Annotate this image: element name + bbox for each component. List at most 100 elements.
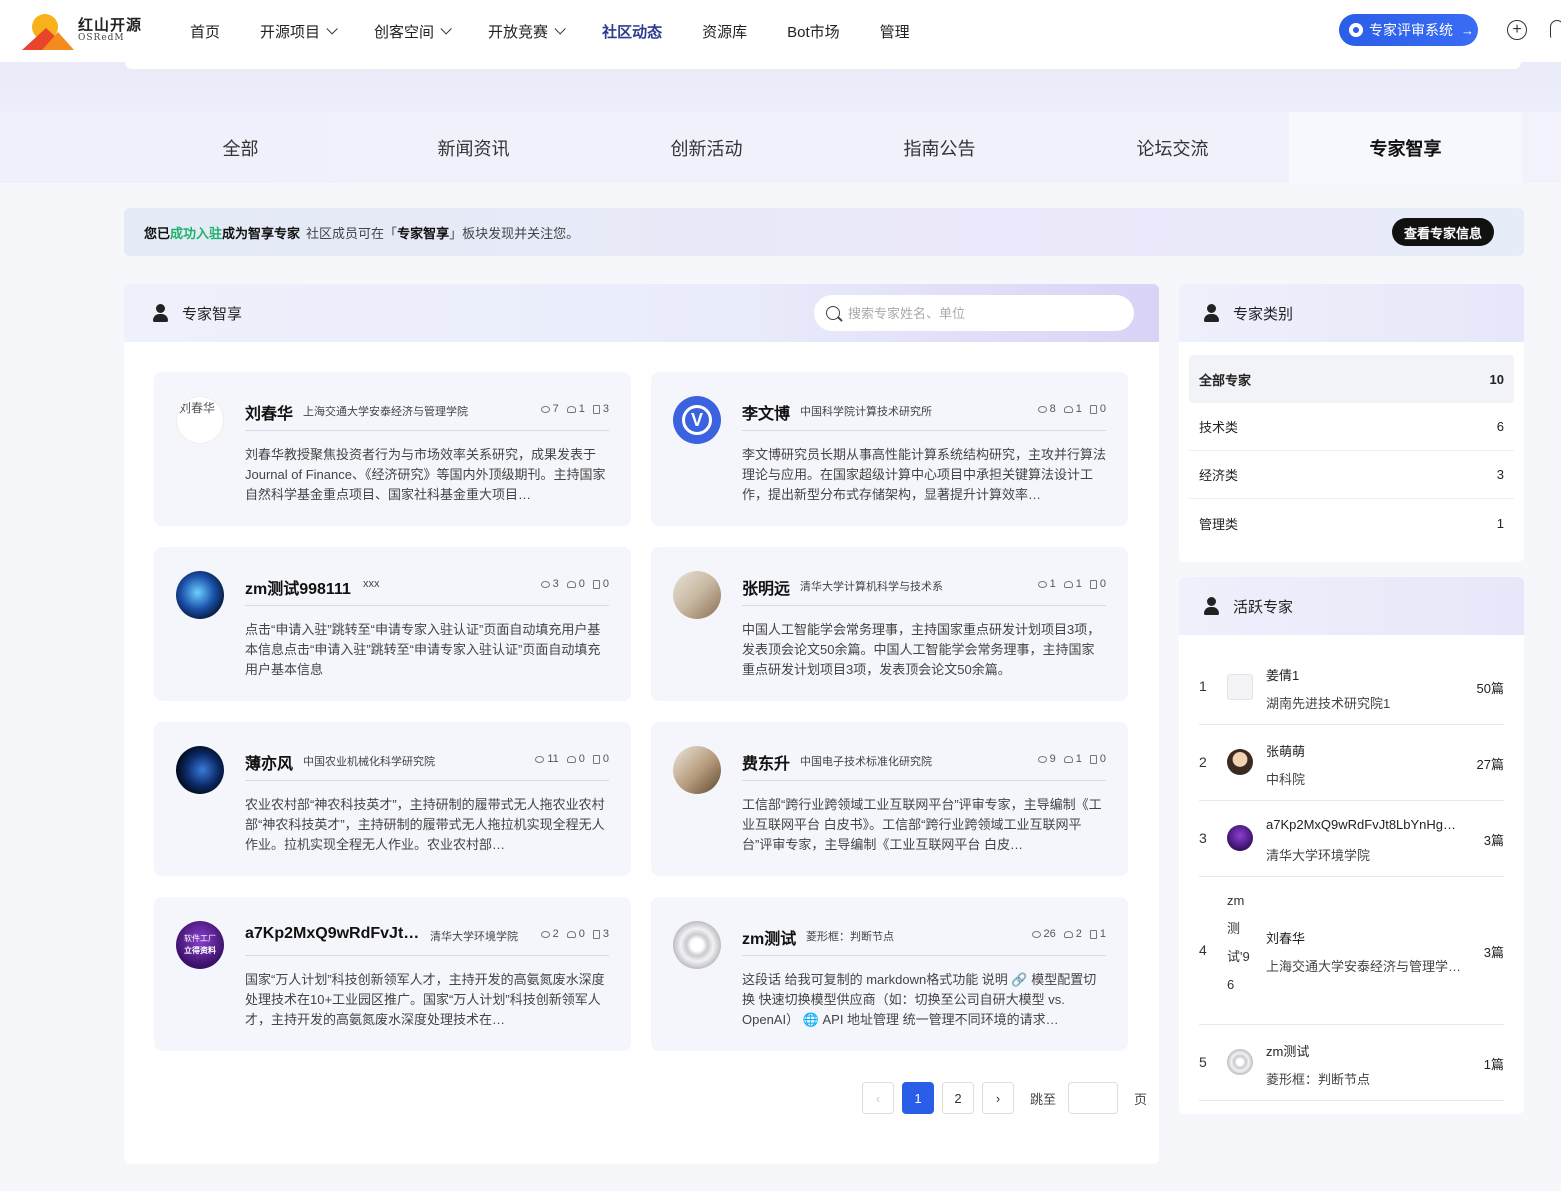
article-count: 3篇 bbox=[1483, 945, 1504, 960]
eye-icon bbox=[540, 580, 550, 588]
docs-count: 0 bbox=[1089, 753, 1106, 765]
document-icon bbox=[592, 579, 600, 589]
top-navbar: 红山开源 OSRedM 首页 开源项目 创客空间 开放竞赛 社区动态 资源库 B… bbox=[0, 0, 1561, 62]
page-2-button[interactable]: 2 bbox=[942, 1082, 974, 1114]
tab-all[interactable]: 全部 bbox=[124, 112, 357, 183]
likes-count: 1 bbox=[566, 403, 585, 415]
expert-stats: 9 1 0 bbox=[1037, 753, 1106, 765]
expert-name[interactable]: zm测试998111 bbox=[245, 575, 351, 599]
expert-name[interactable]: zm测试 bbox=[742, 925, 796, 949]
review-system-icon bbox=[1349, 23, 1363, 37]
panel-title: 专家类别 bbox=[1233, 305, 1294, 323]
logo-text-cn: 红山开源 bbox=[78, 16, 143, 34]
active-expert-row[interactable]: 4 zm测试'96 刘春华 上海交通大学安泰经济与管理学… 3篇 bbox=[1199, 877, 1504, 1025]
notification-bell-icon[interactable] bbox=[1550, 20, 1561, 38]
nav-item-maker-space[interactable]: 创客空间 bbox=[374, 21, 452, 42]
expert-avatar bbox=[673, 746, 721, 794]
prev-page-button[interactable]: ‹ bbox=[862, 1082, 894, 1114]
divider bbox=[245, 430, 609, 431]
expert-card[interactable]: zm测试998111 xxx 3 0 0 点击“申请入驻”跳转至“申请专家入驻认… bbox=[154, 547, 631, 701]
rank-number: 3 bbox=[1199, 830, 1207, 846]
active-expert-row[interactable]: 3 a7Kp2MxQ9wRdFvJt8LbYnHg… 清华大学环境学院 3篇 bbox=[1199, 801, 1504, 877]
category-item-all[interactable]: 全部专家 10 bbox=[1189, 355, 1514, 403]
pagination: ‹ 1 2 › 跳至 页 bbox=[862, 1082, 1151, 1114]
eye-icon bbox=[1037, 755, 1047, 763]
expert-card[interactable]: V 李文博 中国科学院计算技术研究所 8 1 0 李文博研究员长期从事高性能计算… bbox=[651, 372, 1128, 526]
expert-card[interactable]: 软件工厂 立得资料 a7Kp2MxQ9wRdFvJt8… 清华大学环境学院 2 0… bbox=[154, 897, 631, 1051]
tab-experts[interactable]: 专家智享 bbox=[1289, 112, 1522, 183]
views-count: 7 bbox=[540, 403, 559, 415]
page-label: 页 bbox=[1134, 1091, 1148, 1107]
views-count: 26 bbox=[1031, 928, 1056, 940]
nav-item-resources[interactable]: 资源库 bbox=[702, 21, 747, 42]
active-expert-row[interactable]: 2 张萌萌 中科院 27篇 bbox=[1199, 725, 1504, 801]
divider bbox=[742, 430, 1106, 431]
expert-description: 李文博研究员长期从事高性能计算系统结构研究，主攻并行算法理论与应用。在国家超级计… bbox=[742, 447, 1106, 502]
document-icon bbox=[592, 929, 600, 939]
expert-description: 刘春华教授聚焦投资者行为与市场效率关系研究，成果发表于 Journal of F… bbox=[245, 447, 606, 502]
nav-item-admin[interactable]: 管理 bbox=[880, 21, 910, 42]
notice-text: 成为智享专家 bbox=[222, 225, 301, 241]
expert-avatar bbox=[1227, 825, 1253, 851]
panel-title: 活跃专家 bbox=[1233, 598, 1294, 616]
expert-icon bbox=[152, 304, 170, 322]
expert-description: 国家“万人计划”科技创新领军人才，主持开发的高氨氮废水深度处理技术在10+工业园… bbox=[245, 972, 605, 1027]
expert-name[interactable]: 费东升 bbox=[742, 750, 790, 774]
expert-org: 中国科学院计算技术研究所 bbox=[800, 406, 932, 418]
expert-name[interactable]: 薄亦风 bbox=[245, 750, 293, 774]
expert-card[interactable]: 张明远 清华大学计算机科学与技术系 1 1 0 中国人工智能学会常务理事，主持国… bbox=[651, 547, 1128, 701]
likes-count: 0 bbox=[566, 928, 585, 940]
expert-avatar bbox=[176, 571, 224, 619]
notice-highlight: 成功入驻 bbox=[170, 225, 223, 241]
view-expert-info-button[interactable]: 查看专家信息 bbox=[1391, 218, 1494, 246]
heart-icon bbox=[566, 580, 576, 588]
nav-item-bot-market[interactable]: Bot市场 bbox=[787, 21, 840, 42]
expert-card[interactable]: 费东升 中国电子技术标准化研究院 9 1 0 工信部“跨行业跨领域工业互联网平台… bbox=[651, 722, 1128, 876]
page-jump-input[interactable] bbox=[1068, 1082, 1119, 1114]
expert-name[interactable]: 张明远 bbox=[742, 575, 790, 599]
notice-text: 专家智享 bbox=[397, 225, 450, 241]
document-icon bbox=[592, 404, 600, 414]
likes-count: 2 bbox=[1063, 928, 1082, 940]
expert-search-input[interactable] bbox=[848, 305, 1108, 321]
expert-org: 清华大学环境学院 bbox=[1266, 848, 1371, 863]
expert-description: 点击“申请入驻”跳转至“申请专家入驻认证”页面自动填充用户基本信息点击“申请入驻… bbox=[245, 622, 601, 677]
tab-news[interactable]: 新闻资讯 bbox=[357, 112, 590, 183]
expert-review-button[interactable]: 专家评审系统 → bbox=[1339, 14, 1478, 46]
add-icon[interactable]: + bbox=[1507, 20, 1527, 40]
expert-name[interactable]: 刘春华 bbox=[245, 400, 293, 424]
tab-guides[interactable]: 指南公告 bbox=[823, 112, 1056, 183]
site-logo[interactable]: 红山开源 OSRedM bbox=[22, 10, 152, 52]
expert-avatar bbox=[673, 571, 721, 619]
category-item-tech[interactable]: 技术类 6 bbox=[1189, 403, 1514, 451]
nav-item-projects[interactable]: 开源项目 bbox=[260, 21, 338, 42]
expert-name[interactable]: a7Kp2MxQ9wRdFvJt8… bbox=[245, 925, 425, 943]
expert-stats: 7 1 3 bbox=[540, 403, 609, 415]
nav-item-home[interactable]: 首页 bbox=[190, 21, 220, 42]
expert-avatar bbox=[176, 746, 224, 794]
heart-icon bbox=[1063, 930, 1073, 938]
expert-card[interactable]: 薄亦风 中国农业机械化科学研究院 11 0 0 农业农村部“神农科技英才”，主持… bbox=[154, 722, 631, 876]
nav-item-competitions[interactable]: 开放竞赛 bbox=[488, 21, 566, 42]
next-page-button[interactable]: › bbox=[982, 1082, 1014, 1114]
page-1-button[interactable]: 1 bbox=[902, 1082, 934, 1114]
docs-count: 1 bbox=[1089, 928, 1106, 940]
category-item-management[interactable]: 管理类 1 bbox=[1189, 499, 1514, 547]
hero-banner bbox=[0, 62, 1561, 112]
nav-item-community[interactable]: 社区动态 bbox=[602, 21, 662, 42]
category-item-economics[interactable]: 经济类 3 bbox=[1189, 451, 1514, 499]
expert-card[interactable]: zm测试 菱形框：判断节点 26 2 1 这段话 给我可复制的 markdown… bbox=[651, 897, 1128, 1051]
panel-title: 专家智享 bbox=[182, 305, 243, 323]
hero-card bbox=[125, 62, 1521, 69]
expert-name[interactable]: 李文博 bbox=[742, 400, 790, 424]
expert-card[interactable]: 刘春华 刘春华 上海交通大学安泰经济与管理学院 7 1 3 刘春华教授聚焦投资者… bbox=[154, 372, 631, 526]
active-expert-row[interactable]: 1 姜倩1 湖南先进技术研究院1 50篇 bbox=[1199, 649, 1504, 725]
panel-header: 专家类别 bbox=[1179, 284, 1524, 342]
expert-notice-banner: 您已 成功入驻 成为智享专家 社区成员可在「 专家智享 」板块发现并关注您。 查看专家信… bbox=[124, 208, 1524, 256]
likes-count: 1 bbox=[1063, 578, 1082, 590]
tab-innovation[interactable]: 创新活动 bbox=[590, 112, 823, 183]
tab-forum[interactable]: 论坛交流 bbox=[1056, 112, 1289, 183]
active-expert-row[interactable]: 5 zm测试 菱形框：判断节点 1篇 bbox=[1199, 1025, 1504, 1101]
rank-number: 2 bbox=[1199, 754, 1207, 770]
document-icon bbox=[1089, 579, 1097, 589]
